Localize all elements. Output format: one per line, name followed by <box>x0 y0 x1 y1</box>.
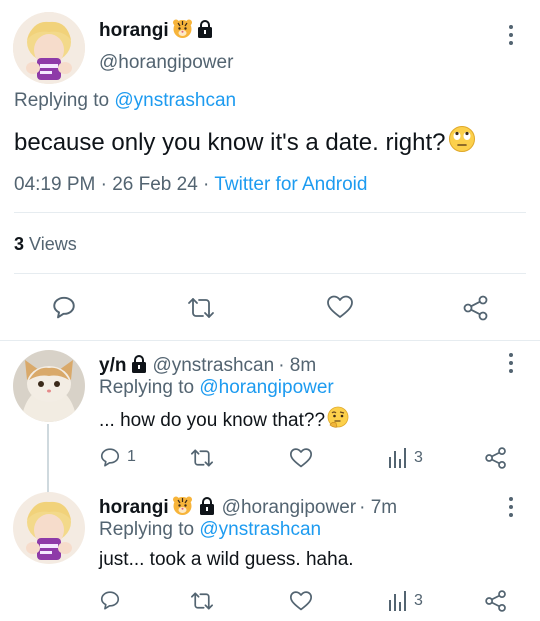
handle[interactable]: @horangipower <box>99 52 233 74</box>
heart-icon[interactable] <box>289 447 313 469</box>
tweet-client[interactable]: Twitter for Android <box>214 174 367 195</box>
more-icon[interactable] <box>508 353 514 375</box>
views-action[interactable]: 3 <box>388 447 423 469</box>
handle[interactable]: @ynstrashcan <box>152 355 274 377</box>
handle[interactable]: @horangipower <box>222 497 356 519</box>
share-icon[interactable] <box>484 446 508 470</box>
reply-time[interactable]: · 7m <box>359 497 397 519</box>
views-row[interactable]: 3 Views <box>14 234 77 255</box>
replying-to-link[interactable]: @ynstrashcan <box>114 90 236 111</box>
reply-icon[interactable] <box>99 446 121 468</box>
eye-roll-emoji <box>448 125 476 161</box>
replying-to: Replying to @ynstrashcan <box>14 90 236 112</box>
replying-to: Replying to @ynstrashcan <box>99 519 321 541</box>
retweet-icon[interactable] <box>186 295 216 321</box>
display-name[interactable]: horangi <box>99 497 169 519</box>
view-count: 3 <box>414 592 423 609</box>
avatar[interactable] <box>13 12 85 84</box>
share-icon[interactable] <box>484 589 508 613</box>
views-count: 3 <box>14 234 25 254</box>
views-label: Views <box>29 234 77 254</box>
reply-icon[interactable] <box>51 294 77 320</box>
display-name[interactable]: horangi <box>99 20 169 42</box>
retweet-icon[interactable] <box>189 447 215 469</box>
view-count: 3 <box>414 449 423 466</box>
reply-icon[interactable] <box>99 589 121 611</box>
reply-action[interactable]: 1 <box>99 446 136 468</box>
tweet-text: just... took a wild guess. haha. <box>99 549 354 570</box>
divider <box>14 212 526 213</box>
tweet-text: ... how do you know that?? <box>99 410 326 431</box>
tweet-timestamp[interactable]: 04:19 PM · 26 Feb 24 · <box>14 174 214 195</box>
replying-to: Replying to @horangipower <box>99 377 334 399</box>
display-name[interactable]: y/n <box>99 355 126 377</box>
tweet-meta: 04:19 PM · 26 Feb 24 · Twitter for Andro… <box>14 174 367 196</box>
lock-icon <box>130 354 148 378</box>
more-icon[interactable] <box>508 25 514 47</box>
avatar[interactable] <box>13 350 85 422</box>
tweet-text: because only you know it's a date. right… <box>14 129 446 156</box>
divider <box>14 273 526 274</box>
views-icon[interactable] <box>388 590 408 612</box>
reply-time[interactable]: · 8m <box>278 355 316 377</box>
replying-to-link[interactable]: @ynstrashcan <box>199 519 321 540</box>
lock-icon <box>196 19 214 43</box>
reply-count: 1 <box>127 448 136 465</box>
lock-icon <box>198 496 216 520</box>
tweet-body: because only you know it's a date. right… <box>14 125 476 161</box>
more-icon[interactable] <box>508 497 514 519</box>
thinking-emoji <box>326 406 350 436</box>
tiger-emoji <box>172 18 193 44</box>
replying-to-prefix: Replying to <box>99 519 200 540</box>
heart-icon[interactable] <box>289 590 313 612</box>
tiger-emoji <box>172 495 193 521</box>
views-icon[interactable] <box>388 447 408 469</box>
tweet-body: ... how do you know that?? <box>99 406 350 436</box>
heart-icon[interactable] <box>326 294 354 320</box>
replying-to-link[interactable]: @horangipower <box>199 377 333 398</box>
retweet-icon[interactable] <box>189 590 215 612</box>
divider <box>0 340 540 341</box>
share-icon[interactable] <box>462 294 490 322</box>
replying-to-prefix: Replying to <box>14 90 115 111</box>
views-action[interactable]: 3 <box>388 590 423 612</box>
avatar[interactable] <box>13 492 85 564</box>
thread-line <box>47 424 49 494</box>
replying-to-prefix: Replying to <box>99 377 200 398</box>
